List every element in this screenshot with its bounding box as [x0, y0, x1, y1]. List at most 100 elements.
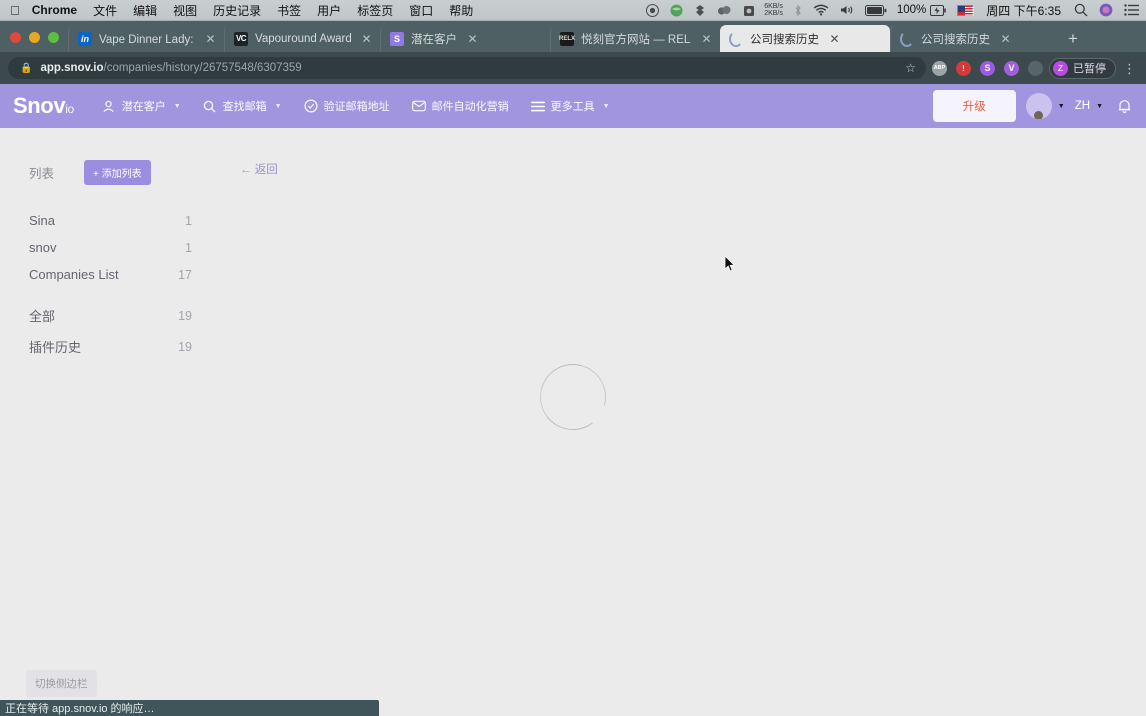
spotlight-search-icon[interactable]	[1074, 3, 1088, 17]
close-tab-button[interactable]: ✕	[699, 31, 714, 46]
battery-icon[interactable]	[864, 4, 887, 16]
list-count: 1	[185, 240, 192, 255]
sidebar-item-all[interactable]: 全部 19	[0, 300, 215, 331]
menu-item-window[interactable]: 窗口	[409, 2, 433, 19]
sidebar-header: 列表 + 添加列表	[0, 128, 215, 185]
person-icon	[102, 99, 116, 113]
browser-tab[interactable]: RELX 悦刻官方网站 — RELX Tec ✕	[550, 25, 720, 52]
account-menu[interactable]: ▼	[1025, 93, 1065, 119]
wifi-icon[interactable]	[813, 4, 829, 16]
menu-item-chrome[interactable]: Chrome	[32, 3, 77, 17]
violet-extension-icon[interactable]: V	[1004, 60, 1019, 76]
browser-tab[interactable]: VC Vapouround Awards - VO ✕	[224, 25, 380, 52]
minimize-window-button[interactable]	[29, 32, 40, 43]
menu-item-file[interactable]: 文件	[93, 2, 117, 19]
us-flag-icon[interactable]	[957, 4, 975, 16]
nav-item-more-tools[interactable]: 更多工具 ▼	[530, 98, 610, 114]
close-tab-button[interactable]: ✕	[827, 31, 842, 46]
apple-logo-icon[interactable]: 	[10, 4, 20, 17]
grey-extension-icon[interactable]	[1028, 60, 1043, 76]
os-menu-bar:  Chrome 文件 编辑 视图 历史记录 书签 用户 标签页 窗口 帮助	[0, 0, 1146, 21]
dropbox-icon[interactable]	[694, 4, 706, 17]
menu-item-tab[interactable]: 标签页	[357, 2, 393, 19]
new-tab-button[interactable]: +	[1060, 25, 1086, 52]
chevron-down-icon: ▼	[173, 102, 181, 110]
menu-item-help[interactable]: 帮助	[449, 2, 473, 19]
loading-spinner-icon	[900, 32, 914, 46]
control-center-icon[interactable]	[1124, 4, 1139, 16]
browser-tab[interactable]: S 潜在客户 ✕	[380, 25, 550, 52]
sidebar-item-companies-list[interactable]: Companies List 17	[0, 261, 215, 288]
maximize-window-button[interactable]	[48, 32, 59, 43]
menu-item-view[interactable]: 视图	[173, 2, 197, 19]
nav-item-prospects[interactable]: 潜在客户 ▼	[102, 98, 181, 114]
chrome-menu-icon[interactable]: ⋮	[1116, 62, 1138, 75]
relx-icon: RELX	[559, 31, 575, 46]
list-name: snov	[29, 240, 57, 255]
list-count: 17	[178, 267, 192, 282]
upgrade-button[interactable]: 升级	[932, 90, 1016, 122]
add-list-button[interactable]: + 添加列表	[84, 160, 151, 185]
cloud-icon[interactable]	[717, 4, 732, 17]
user-avatar-icon	[1025, 93, 1052, 119]
check-circle-icon	[304, 99, 318, 113]
red-extension-icon[interactable]: !	[956, 60, 971, 76]
vault-icon[interactable]	[743, 4, 755, 17]
tab-title: Vape Dinner Lady: 简介 | L	[99, 33, 195, 46]
close-tab-button[interactable]: ✕	[359, 31, 374, 46]
close-tab-button[interactable]: ✕	[465, 31, 480, 46]
nav-label: 更多工具	[550, 101, 595, 113]
nav-label: 潜在客户	[121, 101, 166, 113]
lock-icon: 🔒	[20, 62, 33, 74]
adblock-plus-extension-icon[interactable]: ABP	[932, 60, 947, 76]
close-tab-button[interactable]: ✕	[203, 31, 218, 46]
battery-percent: 100%	[896, 4, 927, 16]
envelope-icon	[411, 99, 426, 113]
snovio-logo[interactable]: Snovio	[13, 93, 74, 119]
bluetooth-icon[interactable]	[794, 4, 802, 17]
globe-icon[interactable]	[670, 4, 683, 17]
profile-avatar: Z	[1053, 60, 1068, 76]
menu-item-edit[interactable]: 编辑	[133, 2, 157, 19]
menu-item-bookmarks[interactable]: 书签	[277, 2, 301, 19]
profile-paused-pill[interactable]: Z 已暂停	[1049, 57, 1116, 79]
close-tab-button[interactable]: ✕	[998, 31, 1013, 46]
star-icon[interactable]: ☆	[905, 61, 916, 75]
snovio-extension-icon[interactable]: S	[980, 60, 995, 76]
url-path: /companies/history/26757548/6307359	[103, 62, 302, 74]
list-name: Companies List	[29, 267, 119, 282]
network-speed-indicator: 6KB/s 2KB/s	[764, 2, 783, 18]
sidebar-item-snov[interactable]: snov 1	[0, 234, 215, 261]
browser-tab[interactable]: 公司搜索历史 ✕	[890, 25, 1060, 52]
snovio-icon: S	[390, 31, 404, 46]
address-bar[interactable]: 🔒 app.snov.io /companies/history/2675754…	[8, 57, 926, 79]
app-header-right: 升级 ▼ ZH ▼	[932, 90, 1146, 122]
nav-item-email-verifier[interactable]: 验证邮箱地址	[304, 98, 390, 114]
notification-bell-icon[interactable]	[1117, 98, 1132, 114]
chevron-down-icon: ▼	[602, 102, 610, 110]
language-selector[interactable]: ZH ▼	[1075, 100, 1103, 112]
charging-icon	[930, 4, 947, 16]
mouse-cursor	[724, 255, 736, 273]
nav-item-email-campaigns[interactable]: 邮件自动化营销	[411, 98, 509, 114]
list-count: 19	[178, 308, 192, 323]
volume-icon[interactable]	[840, 4, 854, 16]
menu-item-history[interactable]: 历史记录	[213, 2, 261, 19]
url-host: app.snov.io	[40, 62, 104, 74]
menu-item-profiles[interactable]: 用户	[317, 2, 341, 19]
browser-tab-active[interactable]: 公司搜索历史 ✕	[720, 25, 890, 52]
back-link[interactable]: ← 返回	[240, 161, 278, 177]
siri-icon[interactable]	[1099, 3, 1113, 17]
browser-tab[interactable]: in Vape Dinner Lady: 简介 | L ✕	[68, 25, 224, 52]
close-window-button[interactable]	[10, 32, 21, 43]
toggle-sidebar-button[interactable]: 切换侧边栏	[26, 670, 97, 697]
os-clock[interactable]: 周四 下午6:35	[986, 2, 1061, 19]
nav-label: 邮件自动化营销	[431, 101, 509, 113]
nav-item-email-finder[interactable]: 查找邮箱 ▼	[203, 98, 282, 114]
sidebar-item-sina[interactable]: Sina 1	[0, 207, 215, 234]
os-status-icons: 6KB/s 2KB/s 100% 周四 下午6:35	[635, 2, 1146, 19]
sidebar-item-extension-history[interactable]: 插件历史 19	[0, 331, 215, 362]
language-label: ZH	[1074, 100, 1091, 112]
record-icon[interactable]	[646, 3, 660, 17]
chevron-down-icon: ▼	[1096, 102, 1103, 110]
